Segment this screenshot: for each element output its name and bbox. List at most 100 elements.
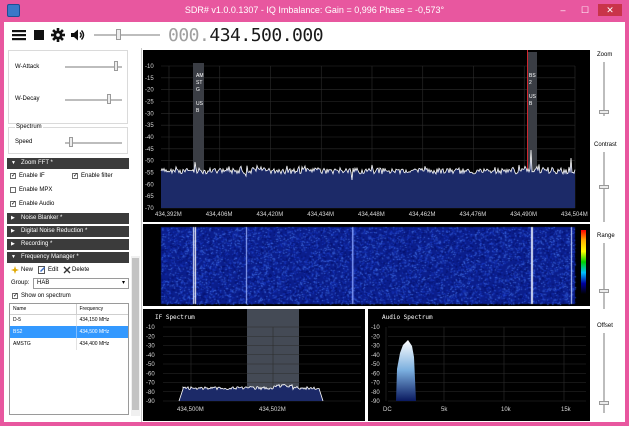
zoom-fft-header-label: Zoom FFT * xyxy=(21,160,53,166)
enable-if-checkbox[interactable]: ✓ xyxy=(10,173,16,179)
decay-slider-track[interactable] xyxy=(65,99,122,101)
decay-slider-thumb[interactable] xyxy=(107,94,111,104)
x-tick-label: 434,420M xyxy=(257,212,284,218)
if-spectrum-plot: -10 -20 -30 -40 -50 -60 -70 -80 -90 434,500M 434,… xyxy=(146,309,361,413)
y-tick-label: -30 xyxy=(371,344,380,350)
x-tick-label: DC xyxy=(383,407,392,413)
row-frequency: 434,150 MHz xyxy=(79,317,110,324)
main-spectrum-plot[interactable]: -10-15-20-25-30-35-40-45-50-55-60-65-70 … xyxy=(143,50,590,222)
frequency-list[interactable]: Name Frequency D-5 434,150 MHz BS2 434,5… xyxy=(9,303,129,415)
edit-icon[interactable] xyxy=(38,266,46,274)
group-select[interactable]: HAB ▾ xyxy=(33,278,129,289)
volume-slider-thumb[interactable] xyxy=(116,29,121,40)
enable-audio-checkbox[interactable]: ✓ xyxy=(10,201,16,207)
zoom-slider-track[interactable] xyxy=(603,62,605,116)
new-icon[interactable] xyxy=(11,266,19,274)
x-tick-label: 15k xyxy=(561,407,572,413)
y-tick-label: -20 xyxy=(146,334,155,340)
zoom-slider-thumb[interactable] xyxy=(599,110,609,114)
if-spectrum-panel[interactable]: IF Spectrum -10 -20 -30 -40 -50 -60 -70 -80 -90 … xyxy=(143,309,365,421)
waterfall-canvas xyxy=(143,224,590,306)
amstg-marker-label: ST xyxy=(196,80,202,86)
gear-icon[interactable] xyxy=(51,28,65,42)
recording-header[interactable]: ▶ Recording * xyxy=(7,239,129,250)
x-tick-label: 434,476M xyxy=(460,212,487,218)
agc-group xyxy=(8,50,128,124)
column-header-name[interactable]: Name xyxy=(10,304,77,314)
minimize-button[interactable]: – xyxy=(554,4,572,16)
digital-noise-reduction-header[interactable]: ▶ Digital Noise Reduction * xyxy=(7,226,129,237)
show-on-spectrum-label: Show on spectrum xyxy=(21,293,71,299)
range-slider-thumb[interactable] xyxy=(599,289,609,293)
volume-slider-track[interactable] xyxy=(94,34,160,36)
x-tick-label: 434,502M xyxy=(259,407,286,413)
speed-slider-track[interactable] xyxy=(65,142,122,144)
audio-spectrum-fill xyxy=(396,340,416,401)
show-on-spectrum-checkbox[interactable]: ✓ xyxy=(12,293,18,299)
y-tick-label: -50 xyxy=(371,362,380,368)
waterfall-color-scale xyxy=(581,230,586,294)
edit-button[interactable]: Edit xyxy=(48,267,58,274)
table-row[interactable]: AMSTG 434,400 MHz xyxy=(10,338,128,350)
y-tick-label: -10 xyxy=(145,64,154,70)
range-slider-track[interactable] xyxy=(603,243,605,309)
close-button[interactable]: ✕ xyxy=(598,4,622,16)
y-tick-label: -10 xyxy=(146,325,155,331)
zoom-fft-header[interactable]: ▼ Zoom FFT * xyxy=(7,158,129,169)
range-label: Range xyxy=(597,233,615,239)
x-tick-label: 434,490M xyxy=(510,212,537,218)
y-tick-label: -60 xyxy=(371,371,380,377)
delete-icon[interactable] xyxy=(63,266,71,274)
noise-blanker-header[interactable]: ▶ Noise Blanker * xyxy=(7,213,129,224)
maximize-button[interactable]: ☐ xyxy=(576,4,594,16)
row-frequency: 434,500 MHz xyxy=(79,329,110,335)
offset-slider-thumb[interactable] xyxy=(599,401,609,405)
enable-if-label: Enable IF xyxy=(19,173,45,179)
y-tick-label: -50 xyxy=(146,362,155,368)
x-tick-label: 434,434M xyxy=(307,212,334,218)
recording-header-label: Recording * xyxy=(21,241,53,247)
y-tick-label: -80 xyxy=(146,390,155,396)
waterfall-panel[interactable] xyxy=(143,224,590,306)
y-tick-label: -15 xyxy=(145,76,154,82)
attack-label: W-Attack xyxy=(15,64,40,70)
table-row[interactable]: D-5 434,150 MHz xyxy=(10,314,128,326)
x-tick-label: 434,448M xyxy=(358,212,385,218)
column-header-frequency[interactable]: Frequency xyxy=(76,304,128,314)
frequency-manager-header-label: Frequency Manager * xyxy=(21,254,79,260)
enable-mpx-checkbox[interactable] xyxy=(10,187,16,193)
table-header: Name Frequency xyxy=(10,304,128,314)
contrast-slider-thumb[interactable] xyxy=(599,185,609,189)
enable-filter-label: Enable filter xyxy=(81,173,113,179)
spectrum-group-title: Spectrum xyxy=(15,124,43,131)
frequency-display[interactable]: 000.434.500.000 xyxy=(168,25,324,47)
y-tick-label: -40 xyxy=(146,353,155,359)
stop-icon[interactable] xyxy=(33,29,45,41)
y-tick-label: -70 xyxy=(146,381,155,387)
x-tick-label: 434,500M xyxy=(177,407,204,413)
window-title: SDR# v1.0.0.1307 - IQ Imbalance: Gain = … xyxy=(184,5,445,15)
row-frequency: 434,400 MHz xyxy=(79,341,110,347)
table-row-selected[interactable]: BS2 434,500 MHz xyxy=(10,326,128,338)
menu-icon[interactable] xyxy=(12,29,26,41)
speed-slider-thumb[interactable] xyxy=(69,137,73,147)
y-tick-label: -40 xyxy=(145,135,154,141)
main-spectrum-panel[interactable]: -10 -15 -20 -25 -30 -35 -40 -45 -50 -55 -60 -65 -70 … xyxy=(143,50,590,222)
y-tick-label: -60 xyxy=(146,371,155,377)
y-tick-label: -65 xyxy=(145,194,154,200)
audio-spectrum-panel[interactable]: Audio Spectrum -10 -20 -30 -40 -50 -60 -70 -80-… xyxy=(368,309,590,421)
bs2-marker-label: BS xyxy=(529,73,536,79)
speaker-icon[interactable] xyxy=(70,28,86,42)
attack-slider-thumb[interactable] xyxy=(114,61,118,71)
delete-button[interactable]: Delete xyxy=(72,267,89,274)
enable-filter-checkbox[interactable]: ✓ xyxy=(72,173,78,179)
x-tick-label: 434,406M xyxy=(206,212,233,218)
left-panel-scrollbar-thumb[interactable] xyxy=(132,258,139,410)
amstg-marker-label: G xyxy=(196,87,200,93)
new-button[interactable]: New xyxy=(21,267,33,274)
row-name: BS2 xyxy=(10,326,77,338)
frequency-manager-header[interactable]: ▼ Frequency Manager * xyxy=(7,252,129,263)
y-tick-label: -30 xyxy=(145,111,154,117)
noise-blanker-header-label: Noise Blanker * xyxy=(21,215,63,221)
y-tick-label: -20 xyxy=(145,88,154,94)
